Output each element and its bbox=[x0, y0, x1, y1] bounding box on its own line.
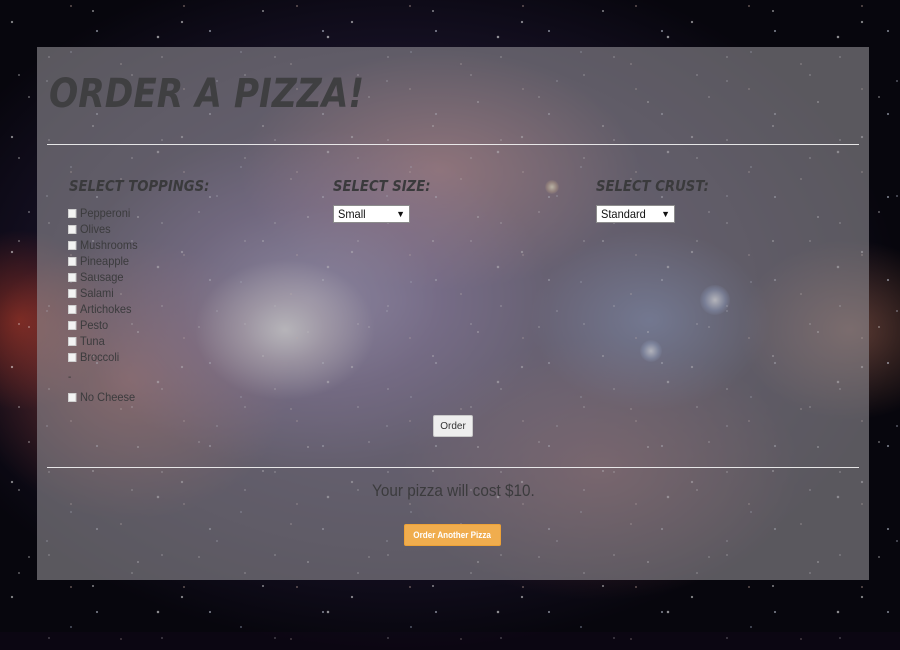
header-divider bbox=[47, 144, 859, 145]
topping-option-broccoli[interactable]: Broccoli bbox=[68, 349, 138, 365]
toppings-heading: Select Toppings: bbox=[69, 177, 210, 195]
topping-label: Salami bbox=[79, 286, 114, 300]
checkbox-icon[interactable] bbox=[68, 392, 77, 402]
topping-option-pepperoni[interactable]: Pepperoni bbox=[68, 205, 138, 221]
checkbox-icon[interactable] bbox=[68, 272, 77, 282]
checkbox-icon[interactable] bbox=[68, 256, 77, 266]
checkbox-icon[interactable] bbox=[68, 224, 77, 234]
topping-label: Broccoli bbox=[79, 350, 120, 364]
topping-label: Pineapple bbox=[79, 254, 130, 268]
topping-label: Olives bbox=[79, 222, 111, 236]
topping-label: Mushrooms bbox=[79, 238, 138, 252]
topping-option-olives[interactable]: Olives bbox=[68, 221, 138, 237]
topping-label: Pesto bbox=[79, 318, 109, 332]
page-title: Order a Pizza! bbox=[49, 71, 365, 117]
topping-option-mushrooms[interactable]: Mushrooms bbox=[68, 237, 138, 253]
topping-option-pineapple[interactable]: Pineapple bbox=[68, 253, 138, 269]
topping-label: Pepperoni bbox=[79, 206, 131, 220]
topping-option-pesto[interactable]: Pesto bbox=[68, 317, 138, 333]
caret-down-icon: ▼ bbox=[396, 209, 405, 219]
checkbox-icon[interactable] bbox=[68, 352, 77, 362]
no-cheese-label: No Cheese bbox=[79, 390, 136, 404]
size-heading: Select Size: bbox=[333, 177, 431, 195]
cost-text: Your pizza will cost $10. bbox=[371, 481, 535, 500]
checkbox-icon[interactable] bbox=[68, 288, 77, 298]
checkbox-icon[interactable] bbox=[68, 336, 77, 346]
topping-label: Sausage bbox=[79, 270, 124, 284]
crust-selected-value: Standard bbox=[601, 207, 646, 221]
size-select[interactable]: Small ▼ bbox=[333, 205, 410, 223]
caret-down-icon: ▼ bbox=[661, 209, 670, 219]
topping-option-artichokes[interactable]: Artichokes bbox=[68, 301, 138, 317]
crust-select[interactable]: Standard ▼ bbox=[596, 205, 675, 223]
topping-option-tuna[interactable]: Tuna bbox=[68, 333, 138, 349]
result-divider bbox=[47, 467, 859, 468]
size-selected-value: Small bbox=[338, 207, 366, 221]
order-another-label: Order Another Pizza bbox=[413, 530, 492, 540]
order-another-pizza-button[interactable]: Order Another Pizza bbox=[404, 524, 501, 546]
topping-label: Artichokes bbox=[79, 302, 132, 316]
toppings-list: Pepperoni Olives Mushrooms Pineapple Sau… bbox=[68, 205, 144, 405]
background-bottom-strip bbox=[0, 632, 900, 650]
order-button[interactable]: Order bbox=[433, 415, 473, 437]
topping-option-sausage[interactable]: Sausage bbox=[68, 269, 138, 285]
cost-message: Your pizza will cost $10. bbox=[37, 481, 869, 501]
checkbox-icon[interactable] bbox=[68, 320, 77, 330]
topping-option-salami[interactable]: Salami bbox=[68, 285, 138, 301]
checkbox-icon[interactable] bbox=[68, 208, 77, 218]
checkbox-icon[interactable] bbox=[68, 304, 77, 314]
toppings-separator: - bbox=[68, 371, 72, 383]
crust-heading: Select Crust: bbox=[596, 177, 709, 195]
order-form-panel: Order a Pizza! Select Toppings: Pepperon… bbox=[37, 47, 869, 580]
no-cheese-option[interactable]: No Cheese bbox=[68, 389, 138, 405]
checkbox-icon[interactable] bbox=[68, 240, 77, 250]
topping-label: Tuna bbox=[79, 334, 105, 348]
